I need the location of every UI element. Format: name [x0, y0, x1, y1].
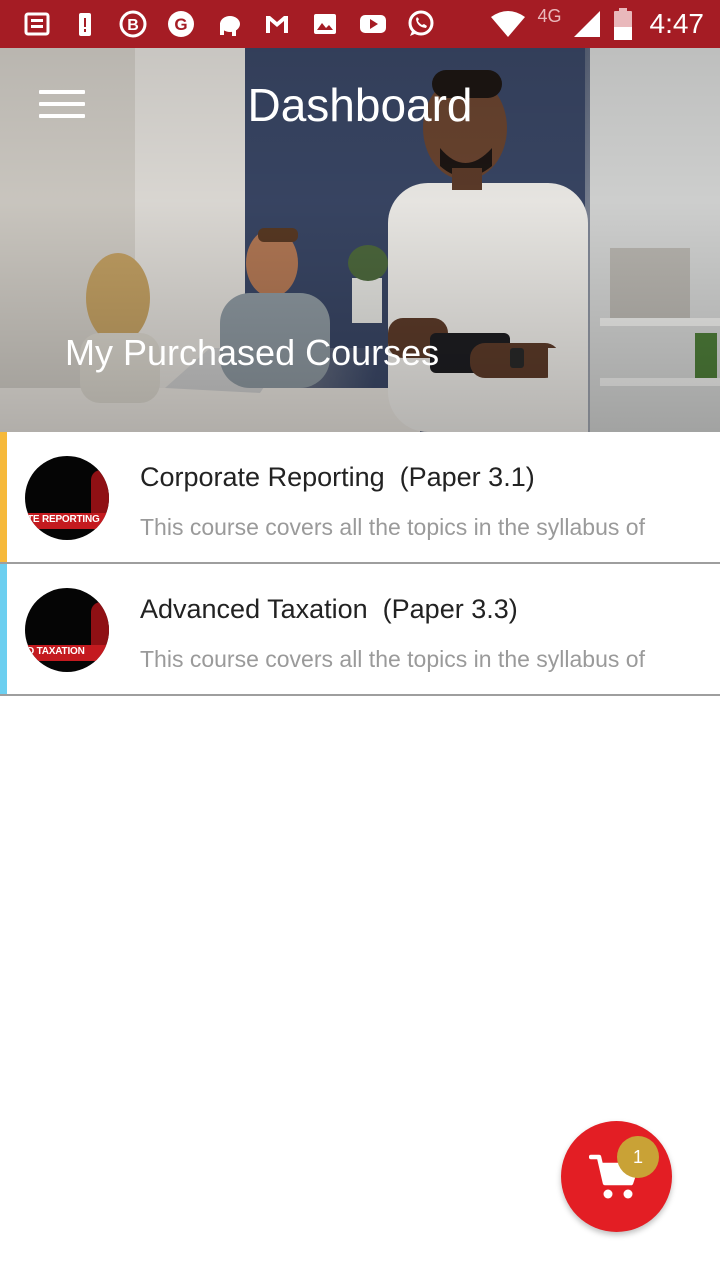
dashboard-header: Dashboard My Purchased Courses	[0, 48, 720, 432]
clock: 4:47	[649, 8, 705, 39]
gmail-icon	[260, 7, 294, 41]
course-description: This course covers all the topics in the…	[140, 514, 645, 540]
section-title: My Purchased Courses	[65, 332, 440, 373]
network-type-label: 4G	[537, 5, 562, 26]
cell-signal-icon	[573, 11, 600, 37]
page-title: Dashboard	[247, 79, 473, 131]
course-item-advanced-taxation[interactable]: D TAXATION Advanced Taxation (Paper 3.3)…	[0, 564, 720, 696]
battery-alert-icon	[68, 7, 102, 41]
cart-count-badge: 1	[617, 1136, 659, 1178]
elephant-app-icon	[212, 7, 246, 41]
wifi-icon	[491, 11, 526, 37]
cart-button[interactable]	[561, 1121, 672, 1232]
course-thumbnail: D TAXATION	[25, 588, 109, 672]
battery-icon	[613, 8, 632, 40]
g-app-icon: G	[164, 7, 198, 41]
thumbnail-text: TE REPORTING	[27, 514, 100, 525]
course-title: Advanced Taxation (Paper 3.3)	[140, 594, 518, 624]
b-app-icon: B	[116, 7, 150, 41]
course-description: This course covers all the topics in the…	[140, 646, 645, 672]
status-bar: B G 4G 4:47	[0, 0, 720, 48]
thumbnail-text: D TAXATION	[27, 646, 85, 657]
svg-text:B: B	[127, 17, 139, 34]
course-title: Corporate Reporting (Paper 3.1)	[140, 462, 535, 492]
news-icon	[20, 7, 54, 41]
course-thumbnail: TE REPORTING	[25, 456, 109, 540]
image-icon	[308, 7, 342, 41]
svg-text:G: G	[174, 15, 187, 34]
youtube-icon	[356, 7, 390, 41]
course-item-corporate-reporting[interactable]: TE REPORTING Corporate Reporting (Paper …	[0, 432, 720, 564]
course-accent-bar	[0, 564, 7, 694]
whatsapp-icon	[404, 7, 438, 41]
course-accent-bar	[0, 432, 7, 562]
course-list: TE REPORTING Corporate Reporting (Paper …	[0, 432, 720, 696]
